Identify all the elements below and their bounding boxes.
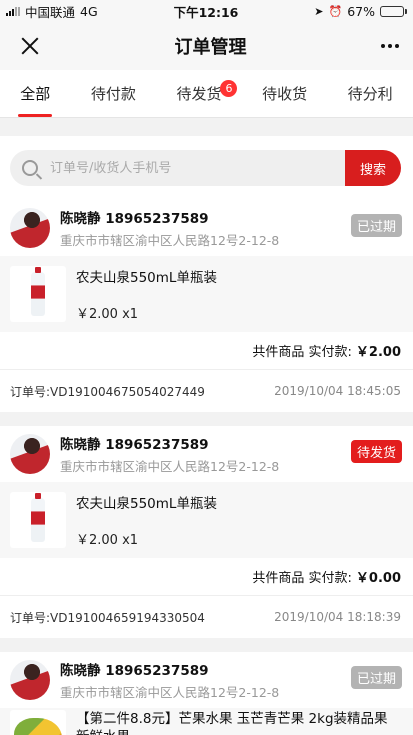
status-bar: 中国联通 4G 下午12:16 ➤ ⏰ 67% xyxy=(0,0,413,22)
buyer-name-phone: 陈晓静 18965237589 xyxy=(60,211,209,227)
order-item[interactable]: 农夫山泉550mL单瓶装 ￥2.00 x1 xyxy=(0,256,413,332)
tab-label: 待发货 xyxy=(176,85,222,103)
total-amount: ￥0.00 xyxy=(355,571,401,586)
order-no-label: 订单号: xyxy=(10,610,51,625)
buyer-address: 重庆市市辖区渝中区人民路12号2-12-8 xyxy=(60,459,280,474)
tab-label: 待分利 xyxy=(347,85,393,103)
order-number: VD191004675054027449 xyxy=(50,384,205,399)
network-label: 4G xyxy=(80,3,98,19)
product-image xyxy=(10,492,66,548)
product-name: 农夫山泉550mL单瓶装 xyxy=(76,496,217,512)
avatar xyxy=(10,208,50,248)
total-amount: ￥2.00 xyxy=(355,345,401,360)
order-list: 陈晓静 18965237589 重庆市市辖区渝中区人民路12号2-12-8 已过… xyxy=(0,200,413,735)
order-card[interactable]: 陈晓静 18965237589 重庆市市辖区渝中区人民路12号2-12-8 已过… xyxy=(0,652,413,735)
order-no-label: 订单号: xyxy=(10,384,51,399)
tab-pending-shipment[interactable]: 待发货 6 xyxy=(172,70,238,118)
order-header: 陈晓静 18965237589 重庆市市辖区渝中区人民路12号2-12-8 已过… xyxy=(0,652,413,708)
order-number: VD191004659194330504 xyxy=(50,610,205,625)
status-badge: 已过期 xyxy=(350,214,402,237)
tab-label: 全部 xyxy=(20,85,51,103)
close-icon[interactable] xyxy=(20,36,40,56)
tab-all[interactable]: 全部 xyxy=(16,70,54,118)
order-card[interactable]: 陈晓静 18965237589 重庆市市辖区渝中区人民路12号2-12-8 待发… xyxy=(0,426,413,638)
avatar xyxy=(10,434,50,474)
buyer-name-phone: 陈晓静 18965237589 xyxy=(60,437,209,453)
product-price: ￥2.00 x1 xyxy=(76,533,139,548)
search-bar: 搜索 xyxy=(0,136,413,200)
search-box xyxy=(10,150,345,186)
order-total: 共件商品 实付款: ￥0.00 xyxy=(0,558,413,596)
water-bottle-icon xyxy=(31,267,45,316)
product-image xyxy=(10,710,66,735)
nav-bar: 订单管理 xyxy=(0,22,413,70)
buyer-address: 重庆市市辖区渝中区人民路12号2-12-8 xyxy=(60,685,280,700)
order-header: 陈晓静 18965237589 重庆市市辖区渝中区人民路12号2-12-8 待发… xyxy=(0,426,413,482)
carrier-label: 中国联通 xyxy=(25,4,76,20)
alarm-icon: ⏰ xyxy=(328,4,343,18)
battery-percent: 67% xyxy=(347,3,375,19)
product-price: ￥2.00 x1 xyxy=(76,307,139,322)
location-icon: ➤ xyxy=(314,4,324,18)
more-options-icon[interactable] xyxy=(381,44,399,48)
signal-icon xyxy=(6,6,20,16)
order-tabs: 全部 待付款 待发货 6 待收货 待分利 xyxy=(0,70,413,118)
clock: 下午12:16 xyxy=(173,4,239,20)
product-name: 【第二件8.8元】芒果水果 玉芒青芒果 2kg装精品果 新鲜水果 xyxy=(76,711,388,735)
battery-icon xyxy=(379,5,407,17)
tab-label: 待付款 xyxy=(90,85,136,103)
order-total: 共件商品 实付款: ￥2.00 xyxy=(0,332,413,370)
avatar xyxy=(10,660,50,700)
tab-label: 待收货 xyxy=(262,85,308,103)
page-title: 订单管理 xyxy=(174,37,247,58)
search-input[interactable] xyxy=(50,160,345,176)
order-time: 2019/10/04 18:18:39 xyxy=(274,610,401,624)
search-button[interactable]: 搜索 xyxy=(345,150,401,186)
buyer-address: 重庆市市辖区渝中区人民路12号2-12-8 xyxy=(60,233,280,248)
tab-profit-share[interactable]: 待分利 xyxy=(344,70,397,118)
product-image xyxy=(10,266,66,322)
status-badge: 待发货 xyxy=(350,440,402,463)
order-item[interactable]: 【第二件8.8元】芒果水果 玉芒青芒果 2kg装精品果 新鲜水果 xyxy=(0,708,413,735)
buyer-name-phone: 陈晓静 18965237589 xyxy=(60,663,209,679)
tab-pending-receipt[interactable]: 待收货 xyxy=(258,70,311,118)
order-time: 2019/10/04 18:45:05 xyxy=(274,384,401,398)
mango-icon xyxy=(14,718,62,735)
tab-count-badge: 6 xyxy=(220,79,238,97)
product-name: 农夫山泉550mL单瓶装 xyxy=(76,270,217,286)
order-item[interactable]: 农夫山泉550mL单瓶装 ￥2.00 x1 xyxy=(0,482,413,558)
order-footer: 订单号:VD191004659194330504 2019/10/04 18:1… xyxy=(0,596,413,638)
total-label: 共件商品 实付款: xyxy=(252,571,352,586)
order-card[interactable]: 陈晓静 18965237589 重庆市市辖区渝中区人民路12号2-12-8 已过… xyxy=(0,200,413,412)
tab-pending-payment[interactable]: 待付款 xyxy=(87,70,140,118)
water-bottle-icon xyxy=(31,493,45,542)
status-badge: 已过期 xyxy=(350,666,402,689)
order-header: 陈晓静 18965237589 重庆市市辖区渝中区人民路12号2-12-8 已过… xyxy=(0,200,413,256)
total-label: 共件商品 实付款: xyxy=(252,345,352,360)
order-footer: 订单号:VD191004675054027449 2019/10/04 18:4… xyxy=(0,370,413,412)
search-icon xyxy=(22,160,38,176)
